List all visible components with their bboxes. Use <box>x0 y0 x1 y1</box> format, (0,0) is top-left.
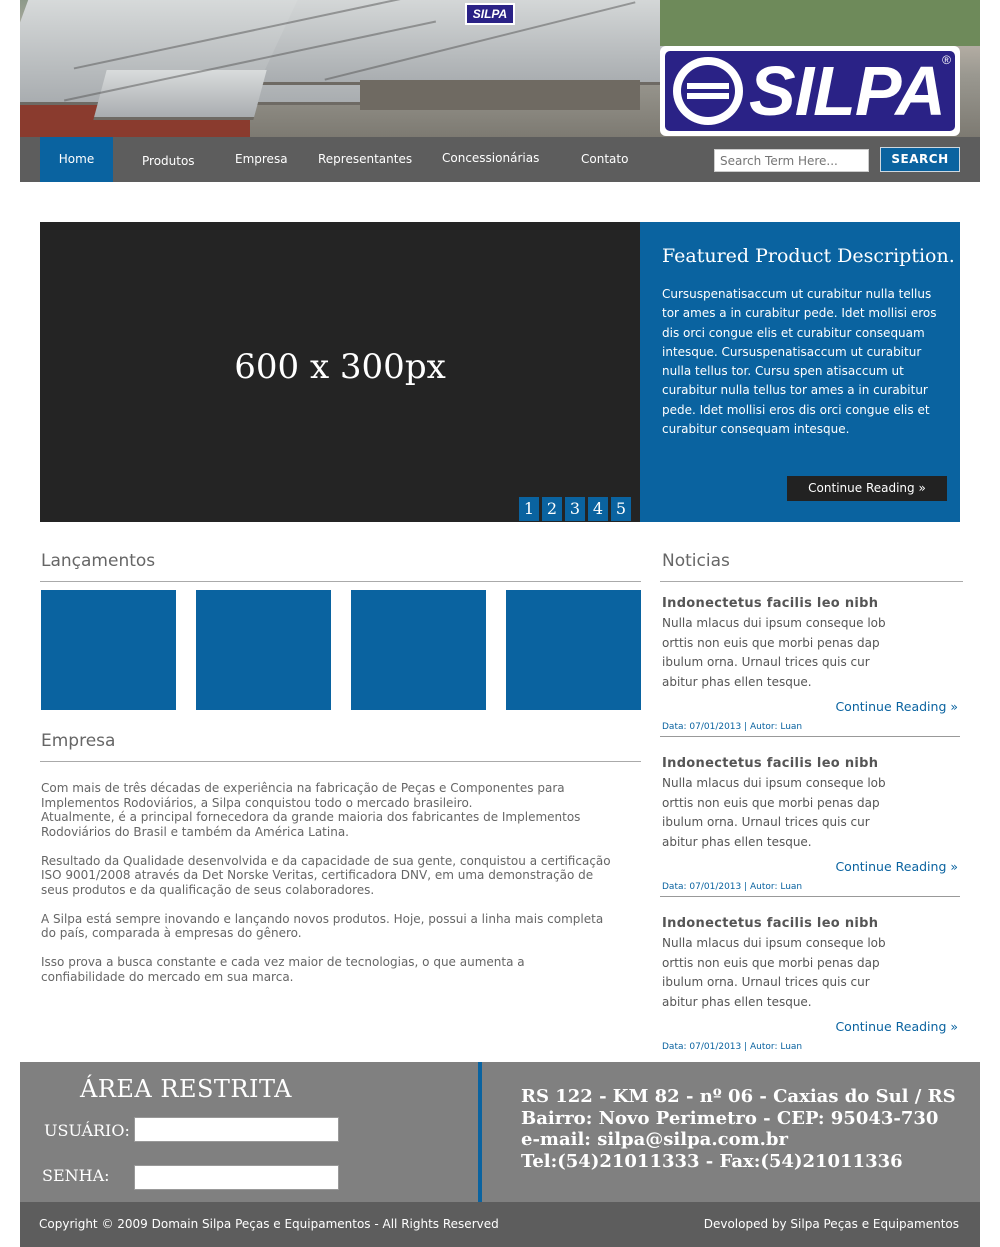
news-meta: Data: 07/01/2013 | Autor: Luan <box>662 882 803 892</box>
trees <box>660 0 980 46</box>
news-divider <box>660 896 960 897</box>
emblem-bar <box>687 93 729 99</box>
featured-slider[interactable]: 600 x 300px 1 2 3 4 5 <box>40 222 640 522</box>
nav-representantes[interactable]: Representantes <box>318 137 412 182</box>
news-body: Nulla mlacus dui ipsum conseque lob ortt… <box>662 936 886 1009</box>
news-title[interactable]: Indonectetus facilis leo nibh <box>662 596 878 611</box>
registered-mark: ® <box>942 53 951 67</box>
main-navigation: Home Produtos Empresa Representantes Con… <box>20 137 980 182</box>
nav-home[interactable]: Home <box>40 137 113 182</box>
roof-logo-sign: SILPA <box>465 3 515 25</box>
news-body: Nulla mlacus dui ipsum conseque lob ortt… <box>662 616 886 689</box>
featured-title: Featured Product Description. <box>662 245 955 267</box>
address-line: RS 122 - KM 82 - nº 06 - Caxias do Sul /… <box>521 1086 956 1107</box>
copyright-text: Copyright © 2009 Domain Silpa Peças e Eq… <box>39 1217 499 1231</box>
nav-contato[interactable]: Contato <box>581 137 628 182</box>
news-divider <box>660 736 960 737</box>
emblem-bar <box>687 83 729 89</box>
product-thumbnail[interactable] <box>351 590 486 710</box>
lancamentos-title: Lançamentos <box>41 551 156 571</box>
empresa-paragraph: Com mais de três décadas de experiência … <box>41 781 581 839</box>
nav-concessionarias[interactable]: Concessionárias <box>442 136 539 181</box>
slider-image-placeholder: 600 x 300px <box>234 347 446 387</box>
email-line[interactable]: e-mail: silpa@silpa.com.br <box>521 1129 956 1151</box>
username-input[interactable] <box>134 1117 339 1142</box>
search-button[interactable]: SEARCH <box>880 147 960 172</box>
password-label: SENHA: <box>42 1166 110 1185</box>
news-title[interactable]: Indonectetus facilis leo nibh <box>662 916 878 931</box>
news-meta: Data: 07/01/2013 | Autor: Luan <box>662 722 803 732</box>
search-input[interactable] <box>714 149 869 172</box>
developer-credit: Devoloped by Silpa Peças e Equipamentos <box>703 1217 959 1231</box>
footer-panel: ÁREA RESTRITA USUÁRIO: SENHA: RS 122 - K… <box>20 1062 980 1202</box>
phone-line: Tel:(54)21011333 - Fax:(54)21011336 <box>521 1150 903 1172</box>
noticias-title: Noticias <box>662 551 730 571</box>
empresa-text: Com mais de três décadas de experiência … <box>41 781 641 999</box>
empresa-paragraph: Isso prova a busca constante e cada vez … <box>41 955 525 984</box>
section-divider <box>40 761 641 762</box>
factory-yard <box>360 80 640 110</box>
slider-page-1[interactable]: 1 <box>519 497 539 521</box>
featured-body: Cursuspenatisaccum ut curabitur nulla te… <box>662 287 937 437</box>
nav-produtos[interactable]: Produtos <box>142 139 195 184</box>
empresa-title: Empresa <box>41 731 116 751</box>
silpa-logo[interactable]: SILPA ® <box>660 46 960 136</box>
news-title[interactable]: Indonectetus facilis leo nibh <box>662 756 878 771</box>
news-body: Nulla mlacus dui ipsum conseque lob ortt… <box>662 776 886 849</box>
address-line: Bairro: Novo Perimetro - CEP: 95043-730 <box>521 1107 939 1129</box>
header-banner: SILPA SILPA ® <box>20 0 980 137</box>
featured-continue-button[interactable]: Continue Reading » <box>787 476 947 501</box>
silpa-emblem-icon <box>673 57 743 125</box>
password-input[interactable] <box>134 1165 339 1190</box>
empresa-paragraph: A Silpa está sempre inovando e lançando … <box>41 911 604 941</box>
logo-wordmark: SILPA <box>749 52 946 130</box>
footer-divider <box>478 1062 482 1202</box>
product-thumbnail[interactable] <box>196 590 331 710</box>
section-divider <box>40 581 641 582</box>
username-label: USUÁRIO: <box>44 1121 130 1140</box>
logo-background: SILPA ® <box>665 51 955 131</box>
slider-page-5[interactable]: 5 <box>611 497 631 521</box>
nav-empresa[interactable]: Empresa <box>235 137 288 182</box>
news-continue-link[interactable]: Continue Reading » <box>835 1019 958 1034</box>
slider-page-3[interactable]: 3 <box>565 497 585 521</box>
restricted-area-title: ÁREA RESTRITA <box>80 1075 292 1103</box>
footer-bar: Copyright © 2009 Domain Silpa Peças e Eq… <box>20 1202 980 1247</box>
product-thumbnail[interactable] <box>506 590 641 710</box>
empresa-paragraph: Resultado da Qualidade desenvolvida e da… <box>41 853 611 897</box>
news-meta: Data: 07/01/2013 | Autor: Luan <box>662 1042 803 1052</box>
news-continue-link[interactable]: Continue Reading » <box>835 699 958 714</box>
company-address: RS 122 - KM 82 - nº 06 - Caxias do Sul /… <box>521 1086 956 1172</box>
news-continue-link[interactable]: Continue Reading » <box>835 859 958 874</box>
featured-description-panel: Featured Product Description. Cursuspena… <box>640 222 960 522</box>
slider-page-4[interactable]: 4 <box>588 497 608 521</box>
product-thumbnail[interactable] <box>41 590 176 710</box>
slider-page-2[interactable]: 2 <box>542 497 562 521</box>
emblem-ring <box>681 65 735 117</box>
section-divider <box>660 581 963 582</box>
factory-roof <box>93 70 267 120</box>
